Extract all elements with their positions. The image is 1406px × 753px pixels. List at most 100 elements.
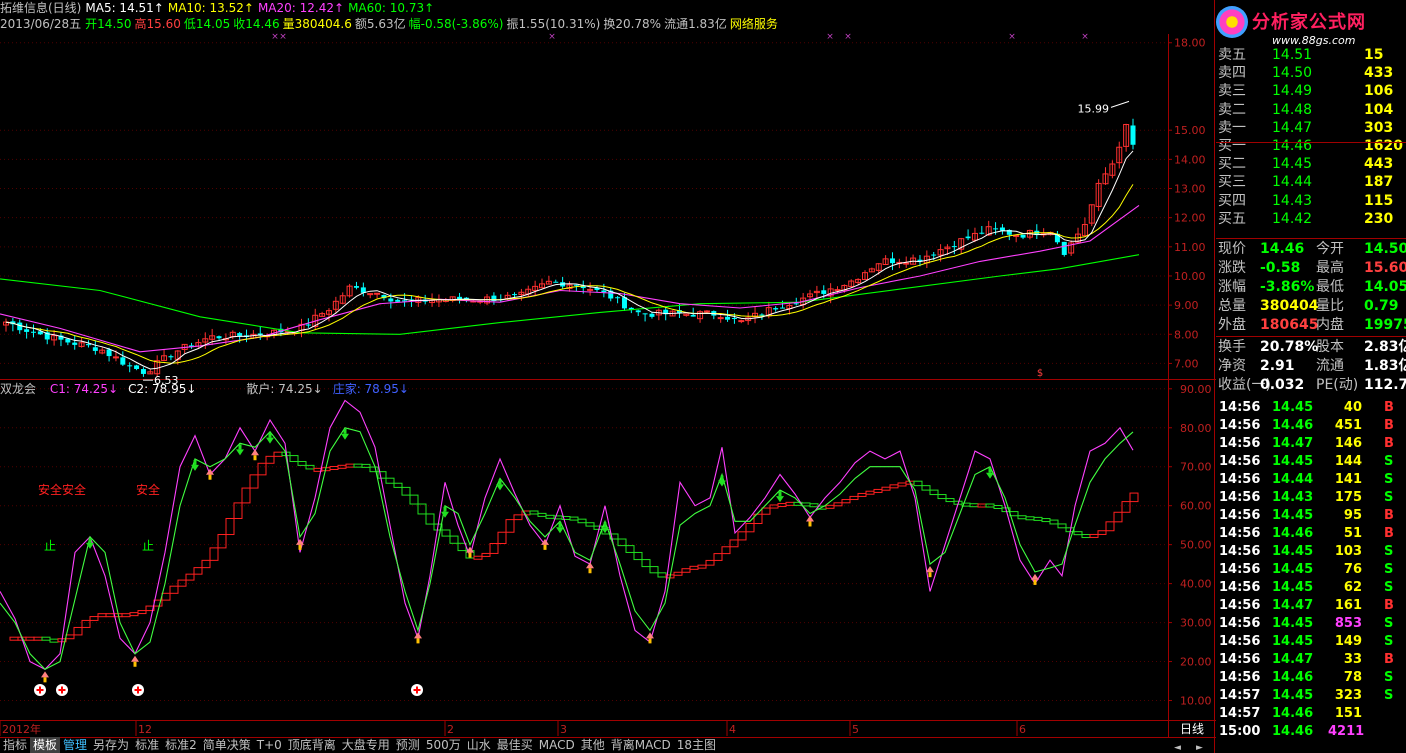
stat-label: 股本 [1316, 339, 1344, 355]
dragon-block [201, 559, 211, 569]
stat-row: 外盘 180645内盘 199759 [1216, 316, 1406, 334]
tick-time: 14:56 [1219, 652, 1261, 667]
stat-value: 180645 [1260, 317, 1319, 333]
stat-value: 14.46 [1260, 241, 1305, 257]
sell-arrow-stem [88, 537, 92, 543]
dragon-block [729, 539, 739, 548]
order-label: 卖一 [1218, 119, 1246, 136]
indicator-annotation: 安全安全 [38, 482, 86, 497]
buy-arrow-stem [588, 568, 592, 574]
tab-2[interactable]: 管理 [60, 737, 90, 753]
candle-body [140, 369, 146, 374]
tab-3[interactable]: 另存为 [90, 737, 132, 753]
order-volume: 303 [1364, 119, 1394, 136]
sell-arrow [986, 472, 994, 479]
dragon-block [377, 471, 387, 479]
tab-9[interactable]: 大盘专用 [339, 737, 393, 753]
order-price: 14.48 [1272, 101, 1313, 118]
x-axis-label: 5 [852, 723, 859, 736]
order-volume: 15 [1364, 47, 1384, 63]
main-y-tick-label: 12.00 [1174, 212, 1206, 225]
stat-value: 15.60 [1364, 260, 1406, 276]
ohlc-item: 振1.55(10.31%) [506, 17, 601, 31]
ind-y-tick-label: 50.00 [1180, 539, 1212, 552]
candle-body [573, 284, 579, 286]
dragon-block [41, 636, 51, 641]
dragon-block [993, 505, 1003, 510]
indicator-header: 双龙会 C1: 74.25↓ C2: 78.95↓ 散户: 74.25↓ 庄家: 78… [0, 381, 409, 397]
tick-row: 14:56 14.47 33 B [1216, 651, 1406, 669]
candle-body [717, 317, 724, 320]
tick-price: 14.47 [1272, 436, 1314, 451]
candle-body [92, 347, 98, 351]
tab-16[interactable]: 背离MACD [608, 737, 674, 753]
tab-8[interactable]: 顶底背离 [285, 737, 339, 753]
dragon-block [473, 555, 483, 560]
tick-volume: 4211 [1328, 724, 1365, 739]
dragon-block [49, 638, 59, 643]
tick-price: 14.43 [1272, 490, 1314, 505]
stat-row: 总量 380404 量比 0.79 [1216, 297, 1406, 315]
order-price: 14.46 [1272, 138, 1313, 154]
tab-15[interactable]: 其他 [578, 737, 608, 753]
tab-14[interactable]: MACD [536, 737, 578, 753]
stat-label: PE(动) [1316, 377, 1359, 393]
order-volume: 443 [1364, 156, 1394, 173]
stat-label: 总量 [1218, 298, 1246, 314]
sell-arrow-stem [988, 467, 992, 473]
tick-row: 14:56 14.46 51 B [1216, 525, 1406, 543]
ohlc-item: 量380404.6 [282, 17, 352, 31]
dragon-block [825, 504, 835, 509]
buy-arrow [251, 449, 259, 456]
candle-body [120, 357, 126, 365]
order-book-row: 买一 14.46 1620 [1216, 137, 1406, 155]
dragon-block [289, 455, 299, 463]
candle-body [780, 307, 786, 309]
order-price: 14.44 [1272, 174, 1313, 191]
tab-0[interactable]: 指标 [0, 737, 30, 753]
dragon-block [1041, 518, 1051, 523]
order-volume: 433 [1364, 65, 1394, 82]
tab-12[interactable]: 山水 [464, 737, 494, 753]
tab-17[interactable]: 18主图 [674, 737, 719, 753]
tab-10[interactable]: 预测 [393, 737, 423, 753]
ind-y-tick-label: 10.00 [1180, 695, 1212, 708]
dragon-block [81, 619, 91, 628]
candle-body [903, 262, 910, 265]
stat-row: 现价 14.46 今开 14.50 [1216, 240, 1406, 258]
tick-time: 14:56 [1219, 670, 1261, 685]
tick-time: 14:56 [1219, 454, 1261, 469]
tab-7[interactable]: T+0 [254, 737, 285, 753]
tab-11[interactable]: 500万 [423, 737, 464, 753]
candle-body [134, 365, 140, 369]
sell-arrow [266, 437, 274, 444]
candle-body [773, 308, 779, 310]
tick-side: B [1384, 436, 1394, 451]
dragon-block [737, 531, 747, 541]
ohlc-item: 幅-0.58(-3.86%) [408, 17, 504, 31]
order-book-row: 卖一 14.47 303 [1216, 119, 1406, 137]
quote-panel: 卖五 14.51 15 卖四 14.50 433 卖三 14.49 106 卖二 14.48 104 卖… [1216, 34, 1406, 399]
sell-arrow [236, 449, 244, 456]
candle-body [1013, 234, 1020, 237]
tab-5[interactable]: 标准2 [162, 737, 200, 753]
dragon-block [641, 559, 651, 568]
x-axis-label: 3 [560, 723, 567, 736]
indicator-annotation: 安全 [136, 482, 160, 497]
main-y-tick-label: 9.00 [1174, 299, 1199, 312]
dragon-block [193, 567, 203, 575]
order-book-row: 买四 14.43 115 [1216, 192, 1406, 210]
stat-label: 净资 [1218, 358, 1246, 374]
tab-4[interactable]: 标准 [132, 737, 162, 753]
tab-1[interactable]: 模板 [30, 737, 61, 753]
dragon-block [161, 592, 171, 601]
candle-body [965, 236, 971, 239]
tab-13[interactable]: 最佳买 [494, 737, 536, 753]
order-label: 卖四 [1218, 65, 1246, 82]
tick-volume: 144 [1334, 454, 1362, 469]
tab-6[interactable]: 简单决策 [200, 737, 254, 753]
stat-label: 涨幅 [1218, 279, 1246, 295]
tick-side: S [1384, 580, 1394, 595]
formula-tabs: 指标 模板 管理 另存为 标准 标准2 简单决策 T+0 顶底背离 大盘专用 预测 500万 山水 最佳买… [0, 737, 1170, 753]
candle-body [642, 313, 648, 315]
